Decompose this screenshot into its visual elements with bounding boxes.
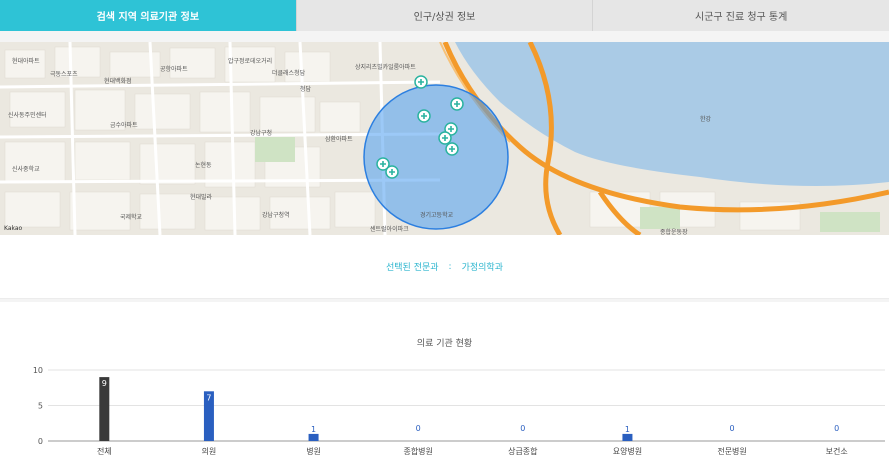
map-label: 현대아파트 <box>12 58 40 65</box>
map-label: 한강 <box>700 116 712 123</box>
x-tick-label: 전문병원 <box>717 446 746 456</box>
x-tick-label: 요양병원 <box>613 447 642 456</box>
map-label: 압구정로데오거리 <box>228 58 273 65</box>
map-attribution: Kakao <box>4 225 23 232</box>
bar <box>308 433 319 441</box>
bar-value-label: 0 <box>520 424 525 433</box>
bar-value-label: 9 <box>102 379 107 388</box>
map-label: 현대백화점 <box>104 78 132 85</box>
y-tick-label: 5 <box>38 402 43 411</box>
bar-value-label: 1 <box>311 425 316 434</box>
map-label: 상지리츠빌카일룸아파트 <box>355 64 416 71</box>
bar <box>622 433 633 441</box>
specialty-label: 선택된 전문과 <box>386 263 439 273</box>
bar-value-label: 0 <box>834 424 839 433</box>
x-tick-label: 전체 <box>97 446 112 456</box>
tab-population-commerce[interactable]: 인구/상권 정보 <box>296 0 594 31</box>
map-label: 종합운동장 <box>660 229 688 235</box>
map-label: 강남구청 <box>250 130 273 137</box>
x-tick-label: 종합병원 <box>403 447 432 456</box>
tab-medical-institutions[interactable]: 검색 지역 의료기관 정보 <box>0 0 297 31</box>
tab-district-claims[interactable]: 시군구 진료 청구 통계 <box>593 0 889 31</box>
map-label: 센트럴아이파크 <box>370 226 409 233</box>
map-label: 국제학교 <box>120 214 143 221</box>
map-label: 더클래스청담 <box>272 70 306 77</box>
bar-value-label: 7 <box>206 393 211 402</box>
map-view[interactable]: 현대아파트 극동스포츠 현대백화점 공항아파트 압구정로데오거리 더클래스청담 … <box>0 42 889 235</box>
institution-chart: 의료 기관 현황 0 5 10 9 전체 7 의원 1 병원 0 종합병원 0 상급종합 1 요양병원 0 전문… <box>0 302 889 465</box>
map-label: 금수아파트 <box>110 122 138 129</box>
map-label: 공항아파트 <box>160 66 188 73</box>
x-tick-label: 병원 <box>306 447 321 456</box>
map-label: 강남구청역 <box>262 212 290 219</box>
bar-value-label: 0 <box>730 424 735 433</box>
specialty-value: 가정의학과 <box>461 263 503 273</box>
map-label: 극동스포츠 <box>50 71 78 78</box>
specialty-info: 선택된 전문과 : 가정의학과 <box>0 235 889 299</box>
map-canvas <box>0 42 889 235</box>
map-label: 신사동주민센터 <box>8 112 47 119</box>
x-tick-label: 보건소 <box>826 446 848 456</box>
chart-svg: 0 5 10 9 전체 7 의원 1 병원 0 종합병원 0 상급종합 1 요양병원 0 전문병원 0 보건소 <box>33 366 885 456</box>
tab-bar: 검색 지역 의료기관 정보 인구/상권 정보 시군구 진료 청구 통계 <box>0 0 889 31</box>
x-tick-label: 의원 <box>202 446 217 456</box>
y-tick-label: 10 <box>33 366 43 375</box>
bar-value-label: 1 <box>625 425 630 434</box>
bar-value-label: 0 <box>416 424 421 433</box>
map-label: 현대빌라 <box>190 194 213 201</box>
map-label: 경기고등학교 <box>420 212 454 219</box>
map-label: 삼환아파트 <box>325 136 353 143</box>
map-label: 신사중학교 <box>12 166 40 173</box>
y-tick-label: 0 <box>38 437 43 446</box>
specialty-separator: : <box>448 261 452 272</box>
map-label: 논현동 <box>195 162 212 169</box>
map-label: 청담 <box>300 86 312 93</box>
x-tick-label: 상급종합 <box>508 446 538 456</box>
